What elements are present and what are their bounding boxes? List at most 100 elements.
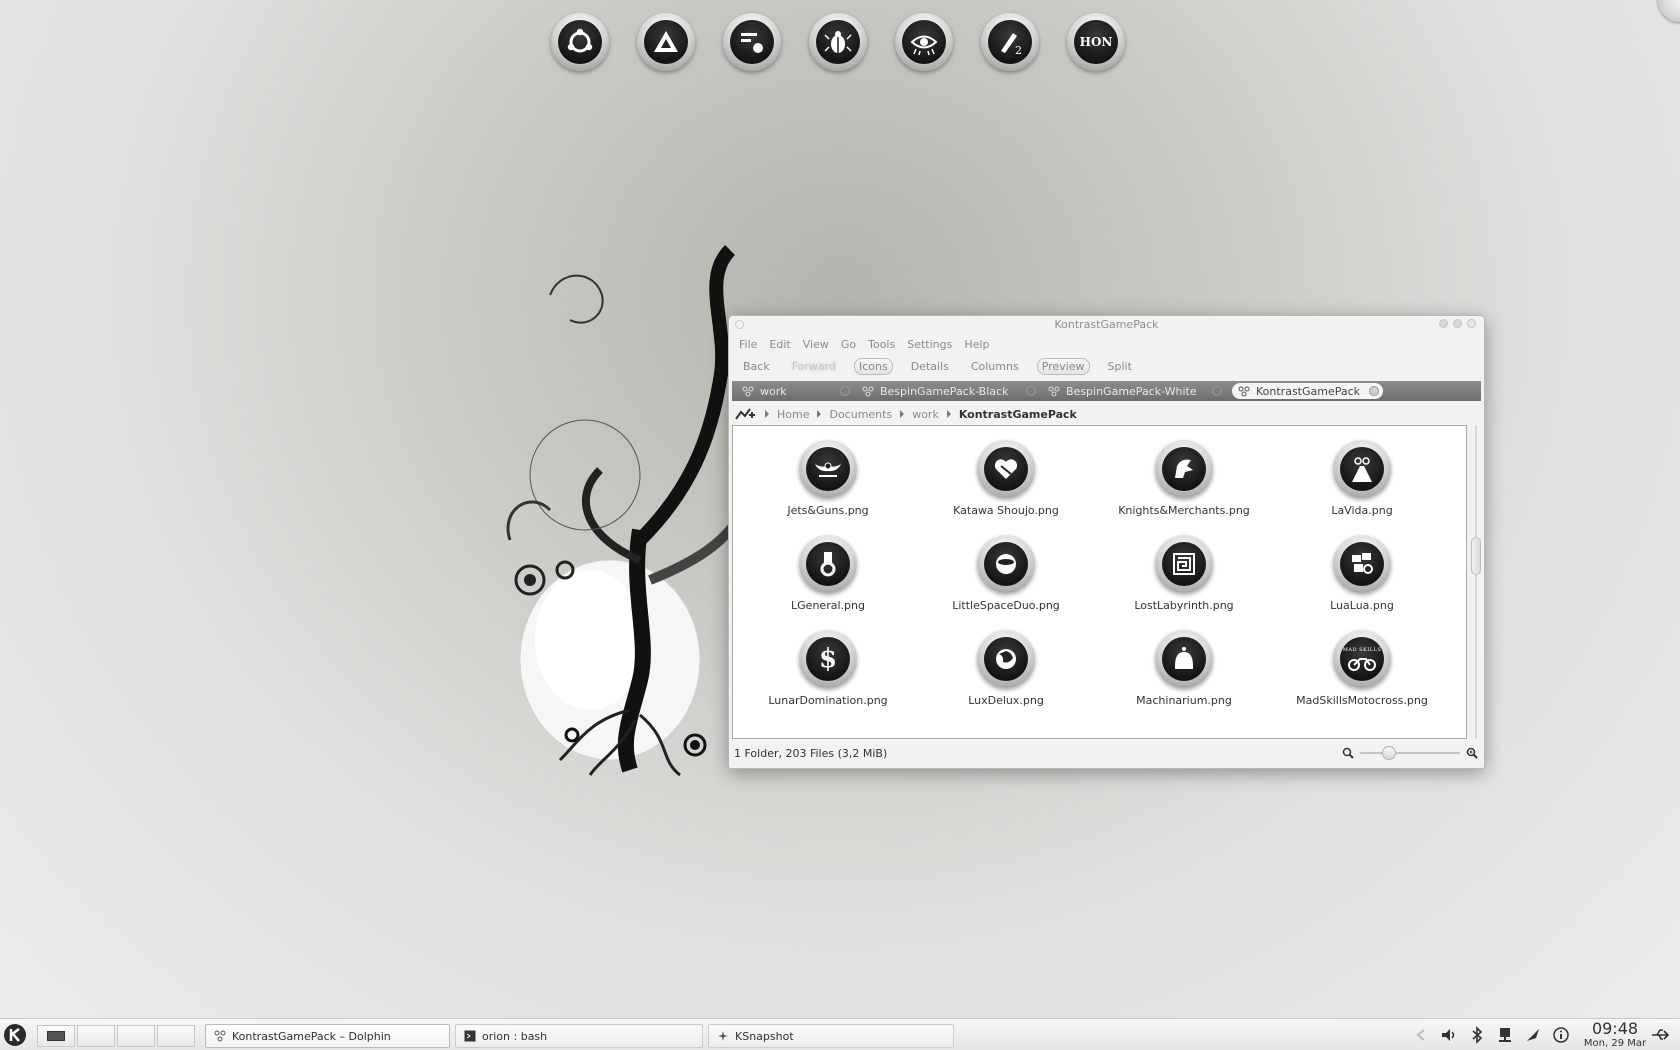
- preview-toggle-button[interactable]: Preview: [1036, 357, 1090, 375]
- network-folder-icon: [1238, 386, 1250, 396]
- clock-time: 09:48: [1591, 1019, 1639, 1038]
- ubuntu-launcher-icon[interactable]: [551, 13, 609, 71]
- maximize-button[interactable]: [1453, 319, 1462, 328]
- zoom-out-icon[interactable]: [1342, 747, 1354, 759]
- zoom-slider-knob[interactable]: [1381, 746, 1396, 760]
- scrollbar-thumb[interactable]: [1471, 537, 1481, 575]
- tab-kontrastgamepack[interactable]: KontrastGamePack: [1232, 383, 1383, 399]
- zoom-control: [1342, 746, 1478, 760]
- application-launcher-icon[interactable]: [3, 1023, 27, 1047]
- desktop-launchers: 2 HON: [551, 13, 1125, 71]
- tab-label: KontrastGamePack: [1256, 384, 1361, 398]
- file-item[interactable]: MAD SKILLS MadSkillsMotocross.png: [1273, 630, 1451, 707]
- network-root-icon[interactable]: [735, 407, 757, 421]
- hon-launcher-icon[interactable]: HON: [1067, 13, 1125, 71]
- menu-settings[interactable]: Settings: [907, 338, 952, 351]
- breadcrumb-work[interactable]: work: [892, 408, 939, 421]
- toolbar: Back Forward Icons Details Columns Previ…: [729, 355, 1484, 377]
- pager-desktop-1[interactable]: [37, 1025, 75, 1047]
- zoom-slider[interactable]: [1360, 746, 1460, 760]
- tab-label: BespinGamePack-Black: [880, 384, 1009, 398]
- pager-desktop-4[interactable]: [157, 1025, 195, 1047]
- file-item[interactable]: LaVida.png: [1273, 440, 1451, 517]
- road-icon: [1352, 457, 1372, 482]
- medal-icon: [820, 552, 836, 577]
- task-ksnapshot[interactable]: KSnapshot: [708, 1024, 954, 1048]
- tab-close-icon[interactable]: [1212, 386, 1222, 396]
- window-menu-icon[interactable]: [735, 320, 744, 329]
- tab-close-icon[interactable]: [840, 386, 850, 396]
- ksnapshot-icon: [718, 1031, 728, 1041]
- info-icon[interactable]: [1552, 1026, 1570, 1044]
- file-item[interactable]: Jets&Guns.png: [739, 440, 917, 517]
- file-name: Jets&Guns.png: [787, 504, 869, 517]
- pager-desktop-3[interactable]: [117, 1025, 155, 1047]
- back-button[interactable]: Back: [739, 359, 774, 374]
- columns-view-button[interactable]: Columns: [967, 359, 1023, 374]
- breadcrumb-documents[interactable]: Documents: [809, 408, 892, 421]
- pager-desktop-2[interactable]: [77, 1025, 115, 1047]
- tab-close-icon[interactable]: [1369, 386, 1379, 396]
- network-icon[interactable]: [1496, 1026, 1514, 1044]
- file-name: Knights&Merchants.png: [1118, 504, 1250, 517]
- zoom-in-icon[interactable]: [1466, 747, 1478, 759]
- corner-toolbox-icon[interactable]: [1658, 0, 1680, 22]
- file-name: Katawa Shoujo.png: [953, 504, 1059, 517]
- forward-button[interactable]: Forward: [788, 359, 840, 374]
- file-item[interactable]: Machinarium.png: [1095, 630, 1273, 707]
- menu-view[interactable]: View: [803, 338, 829, 351]
- file-name: LunarDomination.png: [768, 694, 888, 707]
- file-name: LittleSpaceDuo.png: [952, 599, 1060, 612]
- file-item[interactable]: Katawa Shoujo.png: [917, 440, 1095, 517]
- menu-file[interactable]: File: [739, 338, 757, 351]
- eye-launcher-icon[interactable]: [895, 13, 953, 71]
- close-button[interactable]: [1467, 319, 1476, 328]
- volume-icon[interactable]: [1440, 1026, 1458, 1044]
- minimize-button[interactable]: [1439, 319, 1448, 328]
- tab-bespingamepack-black[interactable]: BespinGamePack-Black: [862, 383, 1036, 399]
- task-bash[interactable]: orion : bash: [455, 1024, 703, 1048]
- task-label: KSnapshot: [735, 1029, 794, 1043]
- svg-text:2: 2: [1015, 44, 1022, 57]
- tab-bespingamepack-white[interactable]: BespinGamePack-White: [1048, 383, 1222, 399]
- task-dolphin[interactable]: KontrastGamePack – Dolphin: [205, 1024, 450, 1048]
- file-item[interactable]: LostLabyrinth.png: [1095, 535, 1273, 612]
- menu-go[interactable]: Go: [841, 338, 856, 351]
- file-icon-view[interactable]: Jets&Guns.png Katawa Shoujo.png Knights&…: [732, 425, 1467, 739]
- icons-view-button[interactable]: Icons: [853, 357, 893, 375]
- vertical-scrollbar[interactable]: [1470, 425, 1482, 739]
- file-item[interactable]: Knights&Merchants.png: [1095, 440, 1273, 517]
- tab-close-icon[interactable]: [1026, 386, 1036, 396]
- rocket-2-launcher-icon[interactable]: 2: [981, 13, 1039, 71]
- clock[interactable]: 09:48 Mon, 29 Mar: [1583, 1020, 1647, 1050]
- file-name: LaVida.png: [1331, 504, 1393, 517]
- wings-sword-icon: [815, 462, 841, 477]
- panel-launcher-icon[interactable]: [723, 13, 781, 71]
- file-item[interactable]: LuaLua.png: [1273, 535, 1451, 612]
- robot-head-icon: [1175, 647, 1193, 669]
- split-button[interactable]: Split: [1104, 359, 1136, 374]
- details-view-button[interactable]: Details: [907, 359, 953, 374]
- system-tray: [1412, 1026, 1570, 1044]
- triangle-launcher-icon[interactable]: [637, 13, 695, 71]
- tray-arrow-icon[interactable]: [1412, 1026, 1430, 1044]
- window-titlebar[interactable]: KontrastGamePack: [729, 317, 1484, 333]
- motorbike-icon: [1348, 658, 1376, 671]
- menu-help[interactable]: Help: [964, 338, 989, 351]
- breadcrumb-home[interactable]: Home: [761, 408, 809, 421]
- tab-work[interactable]: work: [742, 383, 850, 399]
- dollar-icon: $: [818, 644, 838, 674]
- heart-icon: [994, 459, 1018, 479]
- klipper-icon[interactable]: [1524, 1026, 1542, 1044]
- scarab-launcher-icon[interactable]: [809, 13, 867, 71]
- menu-tools[interactable]: Tools: [868, 338, 895, 351]
- file-item[interactable]: LuxDelux.png: [917, 630, 1095, 707]
- file-name: LuaLua.png: [1330, 599, 1394, 612]
- file-item[interactable]: $ LunarDomination.png: [739, 630, 917, 707]
- file-item[interactable]: LGeneral.png: [739, 535, 917, 612]
- breadcrumb-kontrastgamepack[interactable]: KontrastGamePack: [939, 408, 1077, 421]
- usb-device-icon[interactable]: [1650, 1026, 1672, 1044]
- menu-edit[interactable]: Edit: [769, 338, 790, 351]
- bluetooth-icon[interactable]: [1468, 1026, 1486, 1044]
- file-item[interactable]: LittleSpaceDuo.png: [917, 535, 1095, 612]
